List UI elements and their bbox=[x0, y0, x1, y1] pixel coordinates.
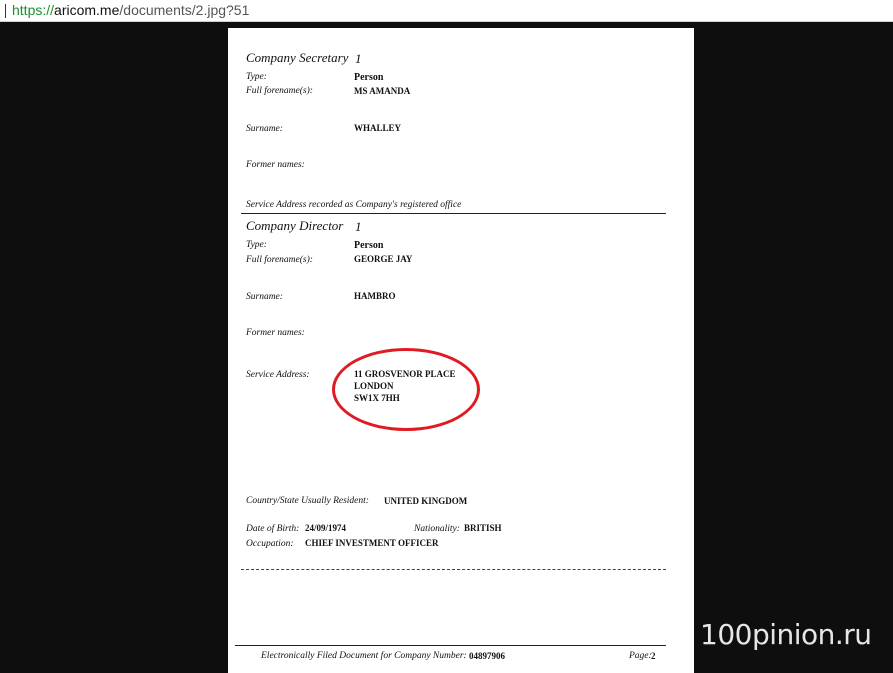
director-country-value: UNITED KINGDOM bbox=[384, 496, 468, 506]
url-scheme: https:// bbox=[12, 2, 55, 18]
director-forename-value: GEORGE JAY bbox=[354, 254, 413, 264]
footer-page-label: Page: bbox=[629, 651, 652, 661]
director-surname-label: Surname: bbox=[246, 292, 283, 302]
director-nationality-label: Nationality: bbox=[414, 524, 460, 534]
url-text[interactable]: https://aricom.me/documents/2.jpg?51 bbox=[12, 2, 249, 18]
director-heading: Company Director bbox=[246, 218, 344, 233]
director-type-value: Person bbox=[354, 240, 384, 251]
secretary-heading: Company Secretary bbox=[246, 50, 349, 65]
secretary-former-names-label: Former names: bbox=[246, 160, 305, 170]
director-occupation-label: Occupation: bbox=[246, 539, 294, 549]
url-path: /documents/2.jpg?51 bbox=[119, 2, 250, 18]
site-watermark: 100pinion.ru bbox=[700, 618, 872, 651]
secretary-service-address-note: Service Address recorded as Company's re… bbox=[246, 200, 462, 210]
director-former-names-label: Former names: bbox=[246, 328, 305, 338]
document-page bbox=[228, 28, 694, 673]
director-service-address-label: Service Address: bbox=[246, 370, 310, 380]
footer-rule bbox=[235, 645, 666, 646]
dashed-separator bbox=[241, 569, 666, 570]
footer-company-number: 04897906 bbox=[469, 651, 505, 661]
red-highlight-circle bbox=[332, 348, 480, 431]
director-type-label: Type: bbox=[246, 240, 267, 250]
director-forename-label: Full forename(s): bbox=[246, 255, 313, 265]
director-surname-value: HAMBRO bbox=[354, 291, 396, 301]
director-dob-value: 24/09/1974 bbox=[305, 523, 347, 533]
director-country-label: Country/State Usually Resident: bbox=[246, 496, 369, 506]
secretary-forename-label: Full forename(s): bbox=[246, 86, 313, 96]
director-dob-label: Date of Birth: bbox=[246, 524, 300, 534]
url-host: aricom.me bbox=[54, 2, 120, 18]
secretary-surname-label: Surname: bbox=[246, 124, 283, 134]
footer-page-number: 2 bbox=[651, 651, 656, 661]
secretary-number: 1 bbox=[355, 51, 362, 66]
section-divider bbox=[241, 213, 666, 214]
director-occupation-value: CHIEF INVESTMENT OFFICER bbox=[305, 538, 439, 548]
secretary-forename-value: MS AMANDA bbox=[354, 86, 411, 96]
footer-filed-text: Electronically Filed Document for Compan… bbox=[261, 651, 467, 661]
secretary-type-value: Person bbox=[354, 72, 384, 83]
director-number: 1 bbox=[355, 219, 362, 234]
director-nationality-value: BRITISH bbox=[464, 523, 502, 533]
address-bar[interactable]: https://aricom.me/documents/2.jpg?51 bbox=[0, 0, 893, 22]
secretary-type-label: Type: bbox=[246, 72, 267, 82]
text-caret bbox=[5, 4, 6, 18]
secretary-surname-value: WHALLEY bbox=[354, 123, 402, 133]
